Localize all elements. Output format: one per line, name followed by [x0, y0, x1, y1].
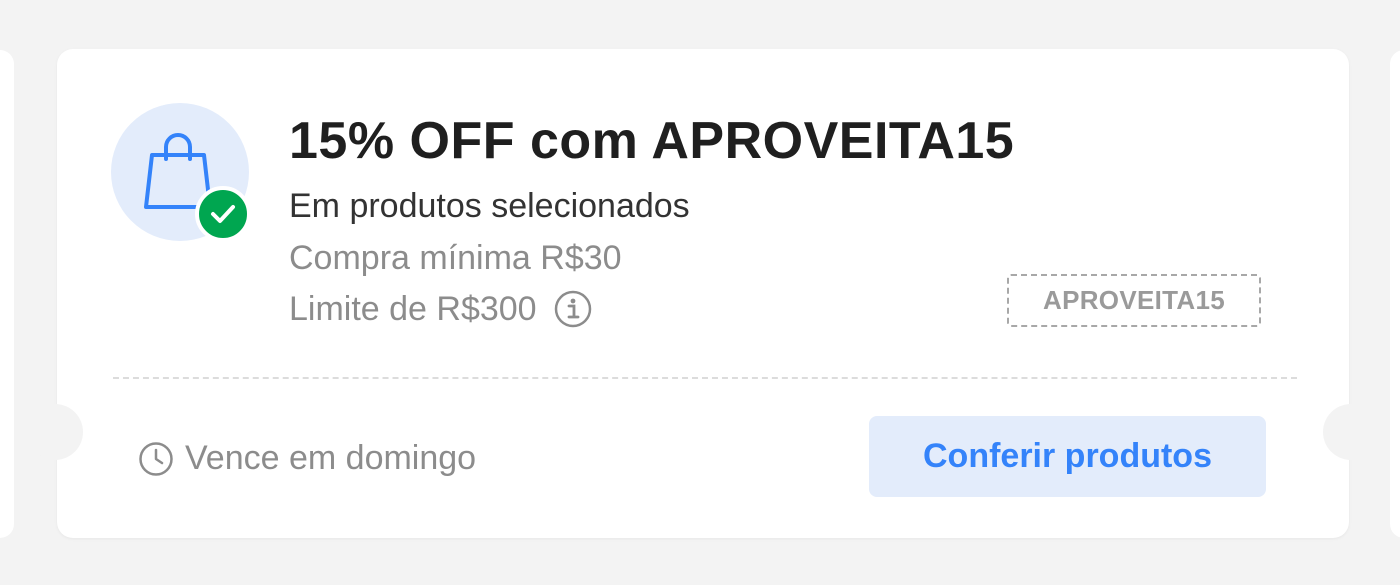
coupon-code[interactable]: APROVEITA15: [1007, 274, 1261, 327]
expiry-row: Vence em domingo: [137, 439, 476, 478]
next-coupon-card[interactable]: [1390, 50, 1400, 538]
dashed-divider: [113, 377, 1297, 379]
info-icon[interactable]: [553, 289, 593, 329]
discount-limit-row: Limite de R$300: [289, 289, 593, 329]
discount-limit: Limite de R$300: [289, 289, 537, 328]
clock-icon: [139, 441, 173, 476]
coupon-carousel: 15% OFF com APROVEITA15 Em produtos sele…: [0, 0, 1400, 585]
ticket-notch-left: [27, 404, 83, 460]
ticket-notch-right: [1323, 404, 1379, 460]
check-icon: [211, 205, 235, 223]
coupon-card: 15% OFF com APROVEITA15 Em produtos sele…: [27, 49, 1379, 538]
minimum-purchase: Compra mínima R$30: [289, 239, 622, 277]
previous-coupon-card[interactable]: [0, 50, 14, 538]
expiry-text: Vence em domingo: [185, 439, 477, 477]
view-products-button[interactable]: Conferir produtos: [869, 416, 1266, 497]
coupon-scope: Em produtos selecionados: [289, 187, 690, 225]
coupon-icon-circle: [111, 103, 251, 242]
coupon-title: 15% OFF com APROVEITA15: [289, 112, 1015, 170]
check-badge: [195, 186, 251, 242]
